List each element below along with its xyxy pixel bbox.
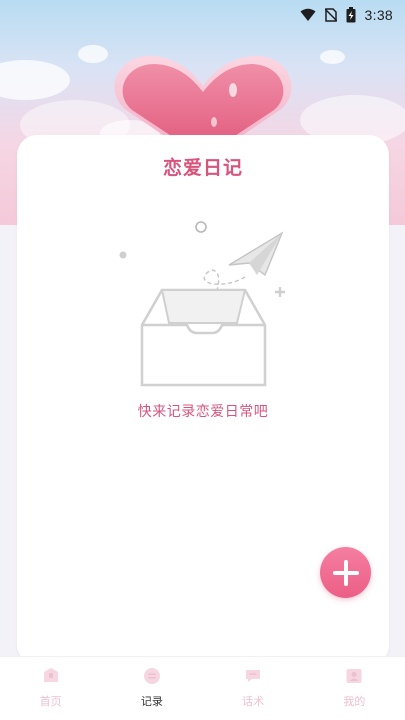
cloud-decoration (0, 60, 70, 100)
home-icon (43, 668, 58, 682)
battery-charging-icon (346, 7, 356, 23)
nav-label-record: 记录 (140, 695, 163, 708)
record-icon (143, 668, 160, 684)
nav-item-profile[interactable]: 我的 (304, 657, 405, 720)
nav-item-record[interactable]: 记录 (101, 657, 202, 720)
nav-item-chat[interactable]: 话术 (203, 657, 304, 720)
profile-icon (346, 669, 362, 683)
add-diary-button[interactable] (320, 547, 371, 598)
empty-state-message: 快来记录恋爱日常吧 (137, 404, 269, 420)
cloud-decoration (78, 45, 108, 63)
empty-inbox-illustration (117, 215, 307, 395)
nav-label-home: 首页 (39, 695, 62, 708)
plus-icon (332, 559, 359, 586)
cloud-decoration (320, 50, 345, 64)
wifi-icon (300, 8, 316, 22)
nav-label-chat: 话术 (242, 695, 265, 708)
page-title: 恋爱日记 (162, 157, 243, 179)
chat-icon (246, 670, 261, 682)
bottom-navigation: 首页 记录 话术 我的 (0, 656, 405, 720)
status-bar: 3:38 (0, 0, 405, 30)
nav-label-profile: 我的 (343, 695, 366, 708)
status-time: 3:38 (364, 7, 393, 23)
nav-item-home[interactable]: 首页 (0, 657, 101, 720)
no-sim-icon (324, 8, 337, 22)
